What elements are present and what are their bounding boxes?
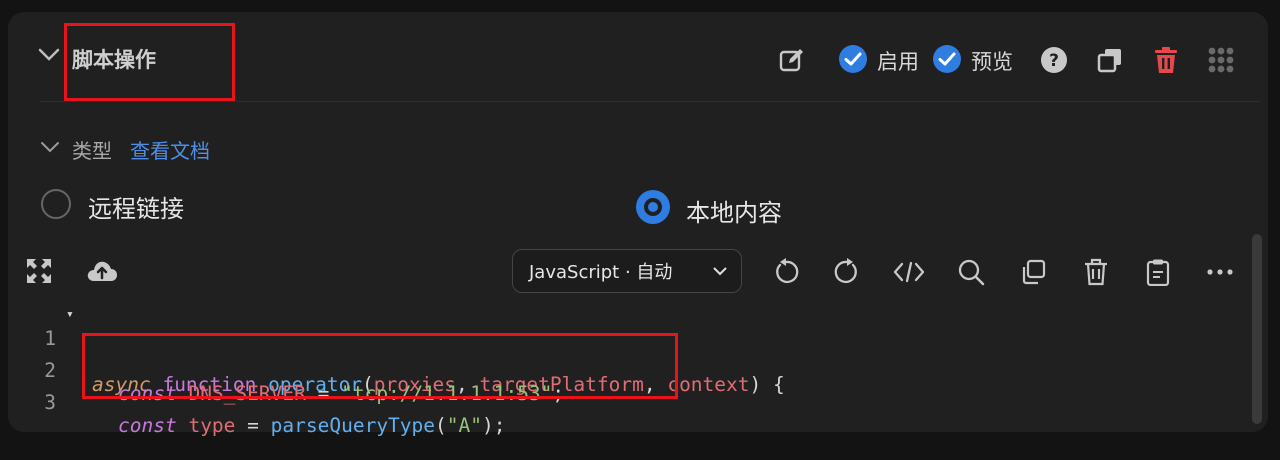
- line-number: 3: [44, 391, 56, 414]
- undo-icon[interactable]: [770, 256, 802, 288]
- edit-icon[interactable]: [776, 44, 808, 76]
- semicolon: ;: [552, 382, 565, 405]
- expand-icon[interactable]: [24, 256, 54, 286]
- clipboard-icon[interactable]: [1142, 256, 1174, 288]
- duplicate-icon[interactable]: [1017, 256, 1049, 288]
- type-chevron-icon[interactable]: [40, 141, 60, 153]
- preview-check-icon[interactable]: [931, 43, 963, 75]
- enable-check-icon[interactable]: [837, 43, 869, 75]
- fold-marker[interactable]: ▾: [66, 307, 74, 322]
- operator-eq: =: [305, 382, 342, 405]
- type-label: 类型: [72, 139, 112, 163]
- delete-icon[interactable]: [1080, 256, 1112, 288]
- radio-remote-icon[interactable]: [40, 188, 72, 220]
- enable-label[interactable]: 启用: [877, 46, 919, 76]
- comma: ,: [643, 373, 668, 396]
- redo-icon[interactable]: [831, 256, 863, 288]
- language-select[interactable]: JavaScript · 自动: [512, 249, 742, 293]
- paren-close: );: [482, 414, 506, 437]
- keyword-const: const: [118, 382, 177, 405]
- var-dns-server: DNS_SERVER: [188, 382, 306, 405]
- header-divider: [40, 101, 1260, 102]
- trash-icon[interactable]: [1150, 44, 1182, 76]
- param-context: context: [667, 373, 750, 396]
- editor-scrollbar[interactable]: [1252, 234, 1262, 424]
- operator-eq: =: [235, 414, 271, 437]
- view-docs-link[interactable]: 查看文档: [130, 135, 210, 164]
- more-icon[interactable]: [1204, 256, 1236, 288]
- paren-open: (: [435, 414, 447, 437]
- radio-local-icon[interactable]: [635, 189, 671, 225]
- help-icon[interactable]: ?: [1038, 44, 1070, 76]
- cloud-upload-icon[interactable]: [86, 256, 118, 286]
- chevron-down-icon: [713, 267, 727, 276]
- var-type: type: [188, 414, 236, 437]
- keyword-const: const: [118, 414, 177, 437]
- string-literal: "A": [446, 414, 483, 437]
- language-select-value: JavaScript · 自动: [529, 262, 673, 283]
- paren-close: ) {: [749, 373, 785, 396]
- svg-text:?: ?: [1049, 51, 1059, 71]
- copy-icon[interactable]: [1094, 44, 1126, 76]
- code-line-1: 1 ▾ async function operator(proxies, tar…: [30, 304, 785, 396]
- string-literal: "tcp://1.1.1.1:53": [341, 382, 553, 405]
- grid-icon[interactable]: [1205, 44, 1237, 76]
- code-line-3: 3 const type = parseQueryType("A");: [30, 368, 505, 437]
- search-icon[interactable]: [955, 256, 987, 288]
- code-icon[interactable]: [892, 256, 926, 288]
- chevron-down-icon[interactable]: [38, 48, 60, 62]
- section-title: 脚本操作: [72, 48, 156, 72]
- radio-local-label[interactable]: 本地内容: [686, 193, 782, 228]
- preview-label[interactable]: 预览: [971, 46, 1013, 76]
- radio-remote-label[interactable]: 远程链接: [88, 189, 184, 224]
- code-line-2: 2 const DNS_SERVER = "tcp://1.1.1.1:53";: [30, 336, 564, 405]
- function-call: parseQueryType: [270, 414, 436, 437]
